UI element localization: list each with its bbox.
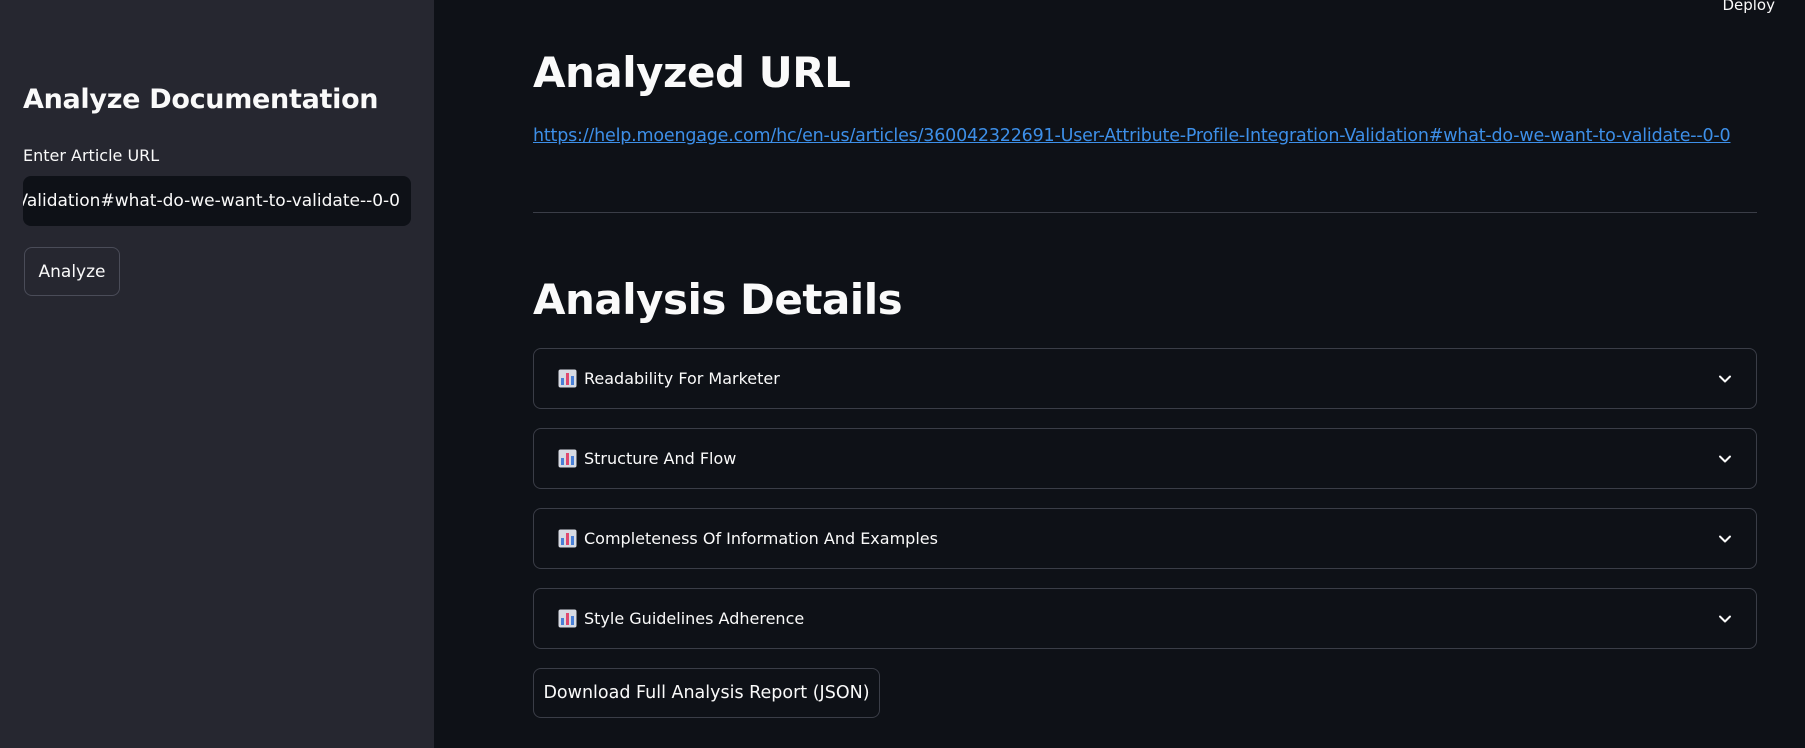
download-report-button[interactable]: Download Full Analysis Report (JSON) <box>533 668 880 718</box>
analyzed-url-link[interactable]: https://help.moengage.com/hc/en-us/artic… <box>533 126 1731 146</box>
bar-chart-icon <box>558 449 577 468</box>
deploy-button[interactable]: Deploy <box>1722 0 1775 14</box>
expander-style-guidelines[interactable]: Style Guidelines Adherence <box>533 588 1757 649</box>
chevron-down-icon <box>1718 612 1732 626</box>
expander-completeness[interactable]: Completeness Of Information And Examples <box>533 508 1757 569</box>
expander-label: Readability For Marketer <box>584 369 780 388</box>
chevron-down-icon <box>1718 372 1732 386</box>
chevron-down-icon <box>1718 532 1732 546</box>
analysis-details-title: Analysis Details <box>533 275 903 324</box>
bar-chart-icon <box>558 609 577 628</box>
analyze-button[interactable]: Analyze <box>24 247 120 296</box>
article-url-value: https://help.moengage.com/hc/en-us/artic… <box>23 191 400 211</box>
url-field-label: Enter Article URL <box>23 146 160 165</box>
expander-label: Structure And Flow <box>584 449 737 468</box>
sidebar: Analyze Documentation Enter Article URL … <box>0 0 434 748</box>
page-title: Analyzed URL <box>533 48 851 97</box>
divider <box>533 212 1757 213</box>
sidebar-title: Analyze Documentation <box>23 84 379 115</box>
article-url-input[interactable]: https://help.moengage.com/hc/en-us/artic… <box>23 176 411 226</box>
expander-readability[interactable]: Readability For Marketer <box>533 348 1757 409</box>
expander-label: Completeness Of Information And Examples <box>584 529 938 548</box>
expander-label: Style Guidelines Adherence <box>584 609 805 628</box>
bar-chart-icon <box>558 369 577 388</box>
bar-chart-icon <box>558 529 577 548</box>
expander-structure[interactable]: Structure And Flow <box>533 428 1757 489</box>
chevron-down-icon <box>1718 452 1732 466</box>
app-root: Analyze Documentation Enter Article URL … <box>0 0 1805 748</box>
